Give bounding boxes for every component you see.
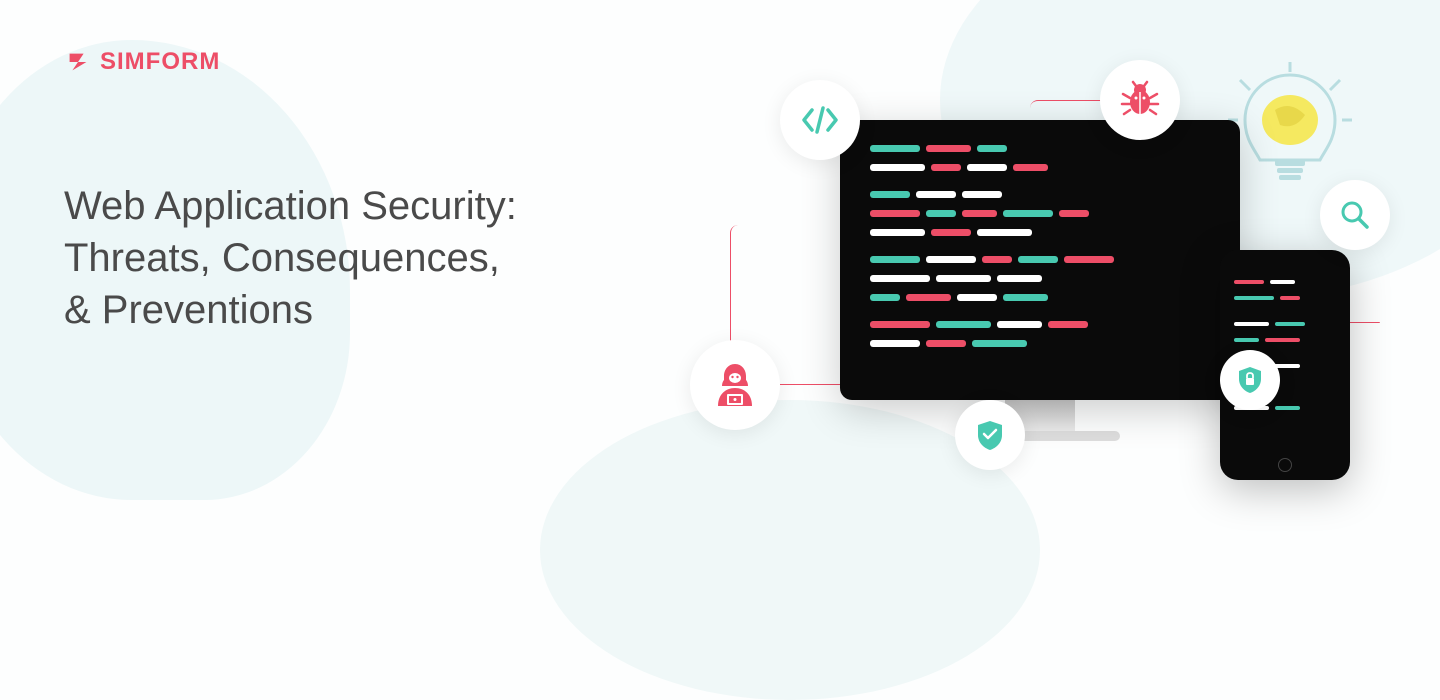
- logo-text: SIMFORM: [100, 48, 220, 76]
- headline-line-2: Threats, Consequences,: [64, 232, 517, 284]
- shield-check-icon: [955, 400, 1025, 470]
- connector-line: [1345, 322, 1380, 324]
- headline-line-3: & Preventions: [64, 284, 517, 336]
- page-headline: Web Application Security: Threats, Conse…: [64, 180, 517, 336]
- lightbulb-icon: [1220, 60, 1360, 200]
- shield-lock-icon: [1220, 350, 1280, 410]
- simform-logo-icon: [64, 48, 92, 76]
- monitor-screen: [840, 120, 1240, 400]
- code-brackets-icon: [780, 80, 860, 160]
- magnifier-icon: [1320, 180, 1390, 250]
- headline-line-1: Web Application Security:: [64, 180, 517, 232]
- brand-logo: SIMFORM: [64, 48, 220, 76]
- hacker-icon: [690, 340, 780, 430]
- bug-icon: [1100, 60, 1180, 140]
- hero-illustration: [660, 60, 1380, 480]
- phone-home-button: [1278, 458, 1292, 472]
